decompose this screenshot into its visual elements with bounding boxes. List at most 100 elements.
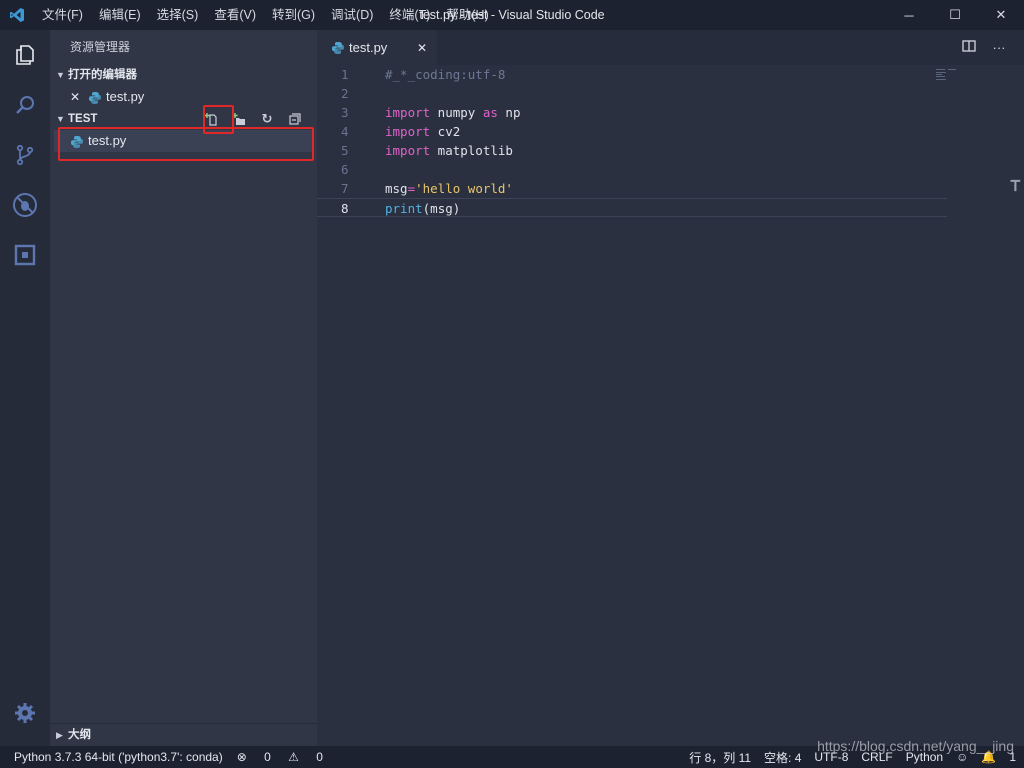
open-editor-filename: test.py [106, 89, 145, 104]
menu-bar: 文件(F) 编辑(E) 选择(S) 查看(V) 转到(G) 调试(D) 终端(T) 帮助(H) [34, 0, 497, 30]
language-mode[interactable]: Python [906, 750, 943, 764]
status-bar: Python 3.7.3 64-bit ('python3.7': conda)… [0, 746, 1024, 768]
new-folder-icon[interactable] [225, 108, 253, 130]
code-line[interactable]: 2 [317, 84, 947, 103]
code-token: = [407, 181, 416, 196]
code-line[interactable]: 1 #_*_coding:utf-8 [317, 65, 947, 84]
problems-indicator[interactable]: ⊗ 0 ⚠ 0 [237, 750, 337, 764]
chevron-right-icon: ▶ [56, 730, 63, 740]
code-token: 'hello world' [415, 181, 513, 196]
source-control-icon[interactable] [0, 130, 50, 180]
python-file-icon [88, 90, 102, 104]
tab-label: test.py [349, 40, 388, 55]
outline-section: ▶ 大纲 [50, 723, 317, 746]
refresh-icon[interactable]: ↻ [253, 108, 281, 130]
code-token: #_*_coding:utf-8 [385, 67, 506, 82]
menu-item[interactable]: 调试(D) [323, 0, 381, 30]
folder-section: ▼ TEST ↻ test.py [50, 108, 317, 152]
maximize-icon[interactable]: ☐ [932, 0, 978, 30]
code-text: import matplotlib [385, 141, 513, 160]
new-file-icon[interactable] [197, 108, 225, 130]
open-editor-item[interactable]: ✕ test.py [50, 86, 317, 108]
code-text: print(msg) [385, 199, 460, 218]
minimize-icon[interactable]: ─ [886, 0, 932, 30]
collapse-all-icon[interactable] [281, 108, 309, 130]
line-number: 7 [341, 181, 349, 196]
line-ending[interactable]: CRLF [861, 750, 892, 764]
line-number: 6 [341, 162, 349, 177]
file-tree-item[interactable]: test.py [54, 130, 313, 152]
open-editors-title: 打开的编辑器 [68, 69, 137, 81]
debug-icon[interactable] [0, 180, 50, 230]
close-icon[interactable]: ✕ [978, 0, 1024, 30]
code-line[interactable]: 4 import cv2 [317, 122, 947, 141]
python-file-icon [331, 41, 345, 55]
title-bar: 文件(F) 编辑(E) 选择(S) 查看(V) 转到(G) 调试(D) 终端(T) 帮助(H)… [0, 0, 1024, 30]
chevron-down-icon: ▼ [56, 114, 65, 124]
explorer-sidebar: 资源管理器 ▼ 打开的编辑器 ✕ test.py ▼ TEST ↻ test.p… [50, 30, 317, 746]
menu-item[interactable]: 选择(S) [149, 0, 207, 30]
folder-header[interactable]: ▼ TEST ↻ [50, 108, 317, 130]
menu-item[interactable]: 文件(F) [34, 0, 91, 30]
encoding[interactable]: UTF-8 [814, 750, 848, 764]
open-editors-header[interactable]: ▼ 打开的编辑器 [50, 64, 317, 86]
menu-item[interactable]: 帮助(H) [438, 0, 496, 30]
split-editor-icon[interactable] [954, 39, 984, 56]
explorer-icon[interactable] [0, 30, 50, 80]
vscode-logo-icon [0, 0, 34, 30]
outline-title: 大纲 [68, 729, 91, 741]
code-token: matplotlib [430, 143, 513, 158]
scrollbar-marker[interactable]: ⊤ [1010, 175, 1024, 196]
code-token: numpy [430, 105, 483, 120]
code-line[interactable]: 8 print(msg) [317, 198, 947, 217]
chevron-down-icon: ▼ [56, 70, 65, 80]
gear-icon[interactable] [0, 688, 50, 738]
extensions-icon[interactable] [0, 230, 50, 280]
code-token: print [385, 201, 423, 216]
code-editor[interactable]: 1 #_*_coding:utf-8 2 3 import numpy as np 4 im… [317, 65, 1024, 746]
code-token: cv2 [430, 124, 461, 139]
notifications-bell-icon[interactable]: 🔔 [981, 750, 996, 764]
file-tree-filename: test.py [88, 133, 127, 148]
code-line[interactable]: 7 msg='hello world' [317, 179, 947, 198]
error-count: 0 [264, 750, 271, 764]
warning-count: 0 [316, 750, 323, 764]
code-line[interactable]: 6 [317, 160, 947, 179]
close-icon[interactable]: ✕ [70, 86, 84, 108]
line-number: 4 [341, 124, 349, 139]
more-actions-icon[interactable]: ··· [984, 40, 1014, 55]
line-number: 3 [341, 105, 349, 120]
menu-item[interactable]: 转到(G) [264, 0, 323, 30]
code-line[interactable]: 3 import numpy as np [317, 103, 947, 122]
cursor-position[interactable]: 行 8，列 11 [689, 749, 751, 766]
folder-title: TEST [68, 113, 98, 125]
menu-item[interactable]: 查看(V) [206, 0, 264, 30]
python-interpreter[interactable]: Python 3.7.3 64-bit ('python3.7': conda) [14, 750, 223, 764]
editor-tabs: test.py ✕ ··· [317, 30, 1024, 65]
menu-item[interactable]: 终端(T) [381, 0, 438, 30]
close-icon[interactable]: ✕ [417, 41, 427, 55]
minimap[interactable] [936, 69, 956, 81]
warning-icon: ⚠ [288, 750, 299, 764]
open-editors-section: ▼ 打开的编辑器 ✕ test.py [50, 64, 317, 108]
indentation[interactable]: 空格: 4 [764, 749, 801, 766]
tab-test-py[interactable]: test.py ✕ [317, 30, 437, 65]
outline-header[interactable]: ▶ 大纲 [50, 724, 317, 746]
line-number: 5 [341, 143, 349, 158]
line-number: 8 [341, 201, 349, 216]
code-line[interactable]: 5 import matplotlib [317, 141, 947, 160]
code-token: import [385, 124, 431, 139]
python-file-icon [70, 134, 84, 148]
search-icon[interactable] [0, 80, 50, 130]
line-number: 2 [341, 86, 349, 101]
menu-item[interactable]: 编辑(E) [91, 0, 149, 30]
error-icon: ⊗ [236, 750, 247, 764]
code-token: msg [385, 181, 408, 196]
feedback-icon[interactable]: ☺ [956, 750, 968, 764]
activity-bar [0, 30, 50, 746]
notification-count: 1 [1009, 750, 1016, 764]
code-token: import [385, 143, 431, 158]
line-number: 1 [341, 67, 349, 82]
code-token: import [385, 105, 431, 120]
code-text: import cv2 [385, 122, 460, 141]
